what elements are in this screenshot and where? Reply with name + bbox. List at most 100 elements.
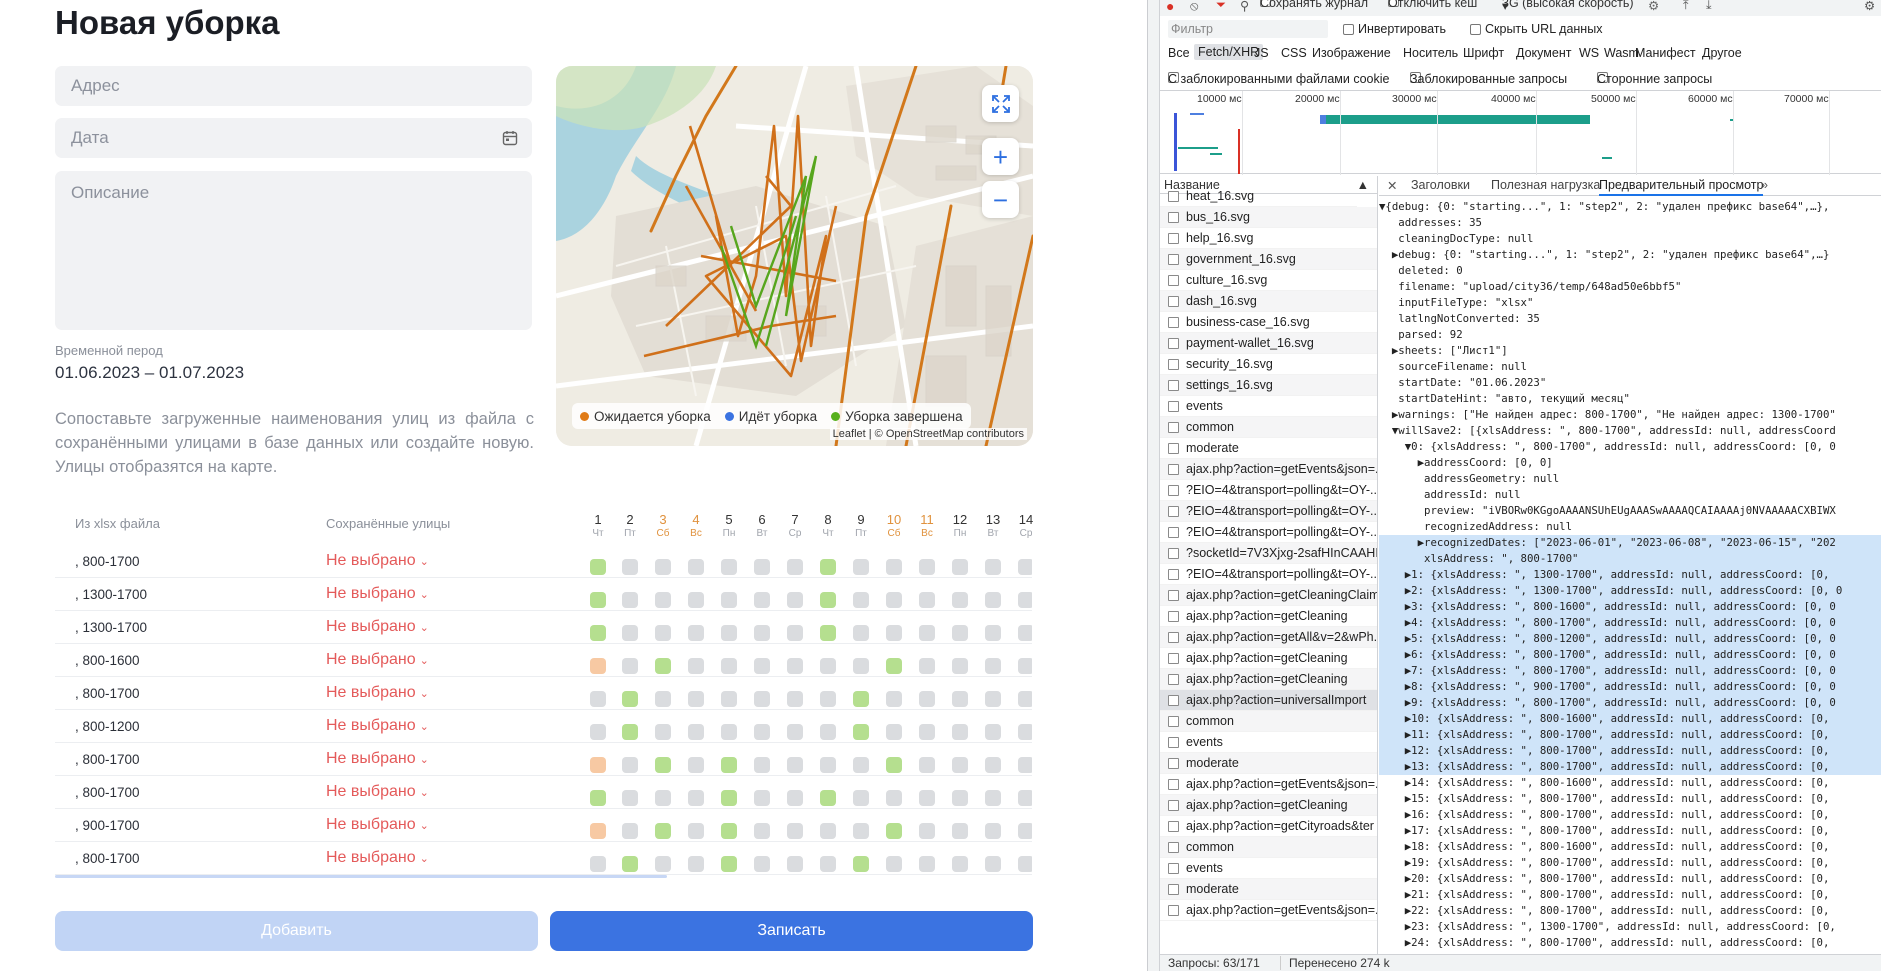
day-cell[interactable] (721, 823, 737, 839)
day-cell[interactable] (622, 592, 638, 608)
json-line[interactable]: cleaningDocType: null (1379, 231, 1881, 247)
day-cell[interactable] (886, 658, 902, 674)
tab-payload[interactable]: Полезная нагрузка (1491, 178, 1600, 192)
json-line[interactable]: ▶18: {xlsAddress: ", 800-1600", addressI… (1379, 839, 1881, 855)
throttle-select[interactable]: 3G (высокая скорость) ▾ (1502, 0, 1634, 13)
day-cell[interactable] (1018, 823, 1032, 839)
description-textarea[interactable]: Описание (55, 171, 532, 330)
day-cell[interactable] (1018, 757, 1032, 773)
day-cell[interactable] (820, 724, 836, 740)
day-cell[interactable] (985, 691, 1001, 707)
day-cell[interactable] (919, 559, 935, 575)
day-cell[interactable] (721, 757, 737, 773)
request-row[interactable]: security_16.svg (1160, 354, 1377, 375)
json-line[interactable]: ▶recognizedDates: ["2023-06-01", "2023-0… (1379, 535, 1881, 551)
day-cell[interactable] (985, 559, 1001, 575)
json-line[interactable]: ▶5: {xlsAddress: ", 800-1200", addressId… (1379, 631, 1881, 647)
street-select[interactable]: Не выбрано ⌄ (326, 816, 429, 834)
tab-headers[interactable]: Заголовки (1411, 178, 1470, 192)
json-line[interactable]: ▶24: {xlsAddress: ", 800-1700", addressI… (1379, 935, 1881, 951)
json-line[interactable]: xlsAddress: ", 800-1700" (1379, 551, 1881, 567)
day-cell[interactable] (952, 559, 968, 575)
invert-checkbox[interactable]: Инвертировать (1343, 22, 1446, 36)
json-line[interactable]: ▶1: {xlsAddress: ", 1300-1700", addressI… (1379, 567, 1881, 583)
request-row[interactable]: moderate (1160, 753, 1377, 774)
type-filter-3[interactable]: CSS (1281, 46, 1307, 60)
day-cell[interactable] (886, 625, 902, 641)
day-cell[interactable] (985, 658, 1001, 674)
day-cell[interactable] (853, 790, 869, 806)
json-line[interactable]: ▶6: {xlsAddress: ", 800-1700", addressId… (1379, 647, 1881, 663)
day-cell[interactable] (655, 625, 671, 641)
day-cell[interactable] (1018, 592, 1032, 608)
json-preview[interactable]: ▼{debug: {0: "starting...", 1: "step2", … (1379, 196, 1881, 951)
day-cell[interactable] (622, 823, 638, 839)
street-select[interactable]: Не выбрано ⌄ (326, 585, 429, 603)
request-row[interactable]: common (1160, 837, 1377, 858)
import-har-icon[interactable]: ⤒ (1683, 0, 1689, 13)
json-line[interactable]: ▼willSave2: [{xlsAddress: ", 800-1700", … (1379, 423, 1881, 439)
day-cell[interactable] (1018, 625, 1032, 641)
day-cell[interactable] (952, 724, 968, 740)
address-input[interactable]: Адрес (55, 66, 532, 106)
map-view[interactable]: + − Ожидается уборка Идёт уборка Уборка … (556, 66, 1033, 446)
day-cell[interactable] (721, 856, 737, 872)
json-line[interactable]: preview: "iVBORw0KGgoAAAANSUhEUgAAASwAAA… (1379, 503, 1881, 519)
request-row[interactable]: common (1160, 417, 1377, 438)
day-cell[interactable] (820, 790, 836, 806)
day-cell[interactable] (688, 856, 704, 872)
json-line[interactable]: ▶11: {xlsAddress: ", 800-1700", addressI… (1379, 727, 1881, 743)
street-select[interactable]: Не выбрано ⌄ (326, 651, 429, 669)
request-row[interactable]: ?EIO=4&transport=polling&t=OY-... (1160, 564, 1377, 585)
day-cell[interactable] (721, 625, 737, 641)
day-cell[interactable] (590, 790, 606, 806)
day-cell[interactable] (787, 790, 803, 806)
json-line[interactable]: sourceFilename: null (1379, 359, 1881, 375)
day-cell[interactable] (1018, 724, 1032, 740)
day-cell[interactable] (754, 625, 770, 641)
day-cell[interactable] (886, 691, 902, 707)
day-cell[interactable] (721, 790, 737, 806)
day-cell[interactable] (919, 823, 935, 839)
request-row[interactable]: ajax.php?action=getEvents&json=... (1160, 900, 1377, 921)
day-cell[interactable] (985, 823, 1001, 839)
save-button[interactable]: Записать (550, 911, 1033, 951)
json-line[interactable]: ▶14: {xlsAddress: ", 800-1600", addressI… (1379, 775, 1881, 791)
fullscreen-button[interactable] (982, 85, 1019, 122)
settings-gear-icon[interactable]: ⚙ (1864, 0, 1875, 13)
day-cell[interactable] (952, 691, 968, 707)
request-row[interactable]: events (1160, 396, 1377, 417)
day-cell[interactable] (590, 757, 606, 773)
request-row[interactable]: business-case_16.svg (1160, 312, 1377, 333)
json-line[interactable]: ▶3: {xlsAddress: ", 800-1600", addressId… (1379, 599, 1881, 615)
street-select[interactable]: Не выбрано ⌄ (326, 684, 429, 702)
request-row[interactable]: ajax.php?action=getEvents&json=... (1160, 459, 1377, 480)
day-cell[interactable] (985, 856, 1001, 872)
request-row[interactable]: ?socketId=7V3Xjxg-2safHInCAAHI (1160, 543, 1377, 564)
street-select[interactable]: Не выбрано ⌄ (326, 783, 429, 801)
day-cell[interactable] (952, 823, 968, 839)
json-line[interactable]: parsed: 92 (1379, 327, 1881, 343)
day-cell[interactable] (688, 724, 704, 740)
street-select[interactable]: Не выбрано ⌄ (326, 618, 429, 636)
zoom-in-button[interactable]: + (982, 138, 1019, 175)
request-row[interactable]: events (1160, 732, 1377, 753)
day-cell[interactable] (590, 658, 606, 674)
request-row[interactable]: common (1160, 711, 1377, 732)
day-cell[interactable] (655, 592, 671, 608)
day-cell[interactable] (820, 757, 836, 773)
type-filter-1[interactable]: Fetch/XHR (1194, 44, 1264, 60)
day-cell[interactable] (721, 724, 737, 740)
request-row[interactable]: ajax.php?action=getCleaningClaim (1160, 585, 1377, 606)
json-line[interactable]: addresses: 35 (1379, 215, 1881, 231)
day-cell[interactable] (688, 592, 704, 608)
day-cell[interactable] (721, 691, 737, 707)
type-filter-8[interactable]: WS (1579, 46, 1599, 60)
json-line[interactable]: latlngNotConverted: 35 (1379, 311, 1881, 327)
day-cell[interactable] (919, 757, 935, 773)
day-cell[interactable] (853, 823, 869, 839)
json-line[interactable]: ▼0: {xlsAddress: ", 800-1700", addressId… (1379, 439, 1881, 455)
type-filter-4[interactable]: Изображение (1312, 46, 1391, 60)
street-select[interactable]: Не выбрано ⌄ (326, 849, 429, 867)
day-cell[interactable] (919, 856, 935, 872)
